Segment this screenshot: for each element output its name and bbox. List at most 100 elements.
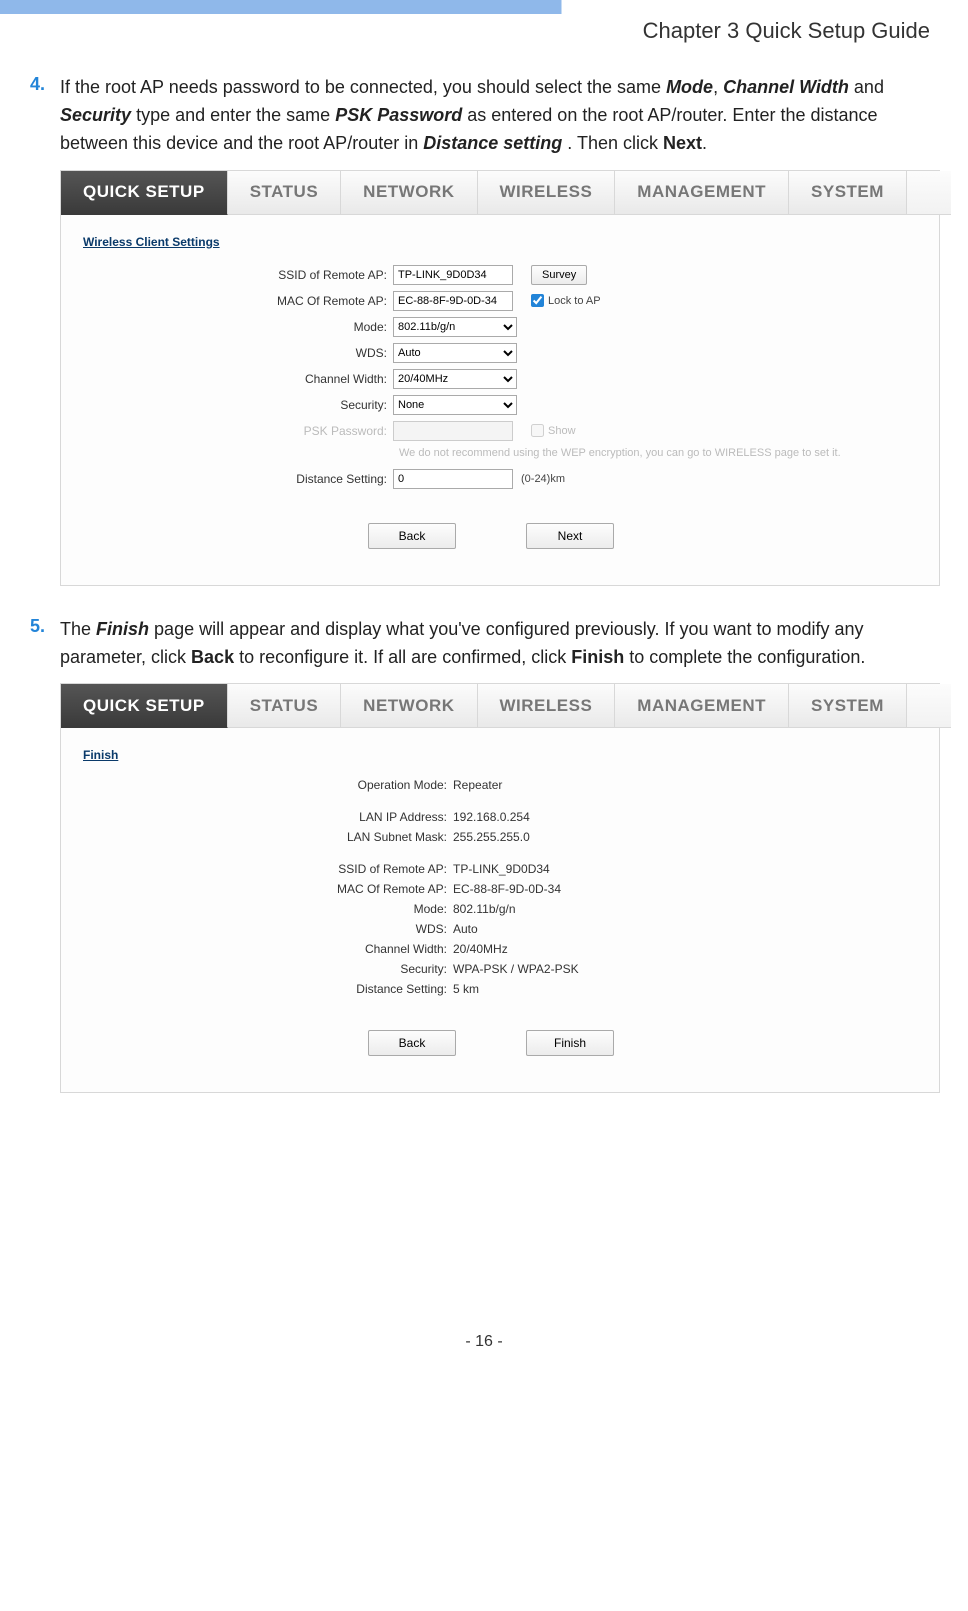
- row-ssid: SSID of Remote AP: Survey: [83, 265, 917, 285]
- distance-unit: (0-24)km: [521, 473, 565, 485]
- summary-label: Mode:: [83, 902, 453, 916]
- show-checkbox-wrap: Show: [531, 424, 576, 437]
- summary-row: MAC Of Remote AP:EC-88-8F-9D-0D-34: [83, 882, 917, 896]
- tab-filler: [907, 171, 951, 215]
- summary-value: 192.168.0.254: [453, 810, 530, 824]
- summary-label: WDS:: [83, 922, 453, 936]
- select-wds[interactable]: Auto: [393, 343, 517, 363]
- show-label: Show: [548, 425, 576, 437]
- term-next: Next: [663, 133, 702, 153]
- label-wds: WDS:: [83, 346, 393, 360]
- tab-system[interactable]: SYSTEM: [789, 684, 907, 728]
- tab-management[interactable]: MANAGEMENT: [615, 171, 789, 215]
- summary-value: 255.255.255.0: [453, 830, 530, 844]
- label-mac: MAC Of Remote AP:: [83, 294, 393, 308]
- finish-rows: Operation Mode:RepeaterLAN IP Address:19…: [83, 778, 917, 996]
- tab-status[interactable]: STATUS: [228, 171, 341, 215]
- summary-label: LAN IP Address:: [83, 810, 453, 824]
- lock-to-ap-checkbox-wrap[interactable]: Lock to AP: [531, 294, 601, 307]
- page-number: - 16 -: [0, 1333, 968, 1351]
- tab-quick-setup[interactable]: QUICK SETUP: [61, 171, 228, 215]
- summary-label: LAN Subnet Mask:: [83, 830, 453, 844]
- back-button[interactable]: Back: [368, 523, 456, 549]
- step-5: 5. The Finish page will appear and displ…: [30, 616, 930, 672]
- tab-quick-setup[interactable]: QUICK SETUP: [61, 684, 228, 728]
- term-security: Security: [60, 105, 131, 125]
- input-psk: [393, 421, 513, 441]
- tab-bar: QUICK SETUP STATUS NETWORK WIRELESS MANA…: [61, 171, 939, 215]
- summary-label: MAC Of Remote AP:: [83, 882, 453, 896]
- tab-status[interactable]: STATUS: [228, 684, 341, 728]
- summary-value: WPA-PSK / WPA2-PSK: [453, 962, 579, 976]
- text: and: [854, 77, 884, 97]
- survey-button[interactable]: Survey: [531, 265, 587, 285]
- summary-value: 20/40MHz: [453, 942, 508, 956]
- summary-value: 5 km: [453, 982, 479, 996]
- row-mode: Mode: 802.11b/g/n: [83, 317, 917, 337]
- button-row: Back Finish: [83, 1030, 917, 1056]
- summary-row: Channel Width:20/40MHz: [83, 942, 917, 956]
- summary-value: 802.11b/g/n: [453, 902, 516, 916]
- show-checkbox: [531, 424, 544, 437]
- summary-row: WDS:Auto: [83, 922, 917, 936]
- summary-label: SSID of Remote AP:: [83, 862, 453, 876]
- page-content: 4. If the root AP needs password to be c…: [0, 44, 968, 1093]
- text: to complete the configuration.: [629, 647, 865, 667]
- text: ,: [713, 77, 723, 97]
- next-button[interactable]: Next: [526, 523, 614, 549]
- step-number: 4.: [30, 74, 60, 158]
- tab-network[interactable]: NETWORK: [341, 684, 477, 728]
- screenshot-wireless-client-settings: QUICK SETUP STATUS NETWORK WIRELESS MANA…: [60, 170, 940, 586]
- select-mode[interactable]: 802.11b/g/n: [393, 317, 517, 337]
- label-channel-width: Channel Width:: [83, 372, 393, 386]
- text: The: [60, 619, 96, 639]
- text: If the root AP needs password to be conn…: [60, 77, 666, 97]
- summary-row: SSID of Remote AP:TP-LINK_9D0D34: [83, 862, 917, 876]
- tab-bar: QUICK SETUP STATUS NETWORK WIRELESS MANA…: [61, 684, 939, 728]
- term-channel-width: Channel Width: [723, 77, 849, 97]
- text: to reconfigure it. If all are confirmed,…: [239, 647, 571, 667]
- button-row: Back Next: [83, 523, 917, 549]
- row-gap: [83, 798, 917, 810]
- tab-system[interactable]: SYSTEM: [789, 171, 907, 215]
- input-distance[interactable]: [393, 469, 513, 489]
- label-psk: PSK Password:: [83, 424, 393, 438]
- summary-value: TP-LINK_9D0D34: [453, 862, 550, 876]
- section-title: Wireless Client Settings: [83, 235, 917, 249]
- finish-button[interactable]: Finish: [526, 1030, 614, 1056]
- lock-to-ap-checkbox[interactable]: [531, 294, 544, 307]
- term-psk-password: PSK Password: [335, 105, 462, 125]
- text: . Then click: [567, 133, 663, 153]
- row-channel-width: Channel Width: 20/40MHz: [83, 369, 917, 389]
- label-distance: Distance Setting:: [83, 472, 393, 486]
- summary-row: Security:WPA-PSK / WPA2-PSK: [83, 962, 917, 976]
- summary-row: Distance Setting:5 km: [83, 982, 917, 996]
- summary-label: Channel Width:: [83, 942, 453, 956]
- label-security: Security:: [83, 398, 393, 412]
- step-number: 5.: [30, 616, 60, 672]
- row-security: Security: None: [83, 395, 917, 415]
- summary-row: Mode:802.11b/g/n: [83, 902, 917, 916]
- tab-wireless[interactable]: WIRELESS: [478, 684, 616, 728]
- select-security[interactable]: None: [393, 395, 517, 415]
- summary-label: Distance Setting:: [83, 982, 453, 996]
- row-distance: Distance Setting: (0-24)km: [83, 469, 917, 489]
- input-ssid[interactable]: [393, 265, 513, 285]
- tab-management[interactable]: MANAGEMENT: [615, 684, 789, 728]
- tab-filler: [907, 684, 951, 728]
- tab-network[interactable]: NETWORK: [341, 171, 477, 215]
- input-mac[interactable]: [393, 291, 513, 311]
- summary-value: EC-88-8F-9D-0D-34: [453, 882, 561, 896]
- select-channel-width[interactable]: 20/40MHz: [393, 369, 517, 389]
- step-text: If the root AP needs password to be conn…: [60, 74, 930, 158]
- label-ssid: SSID of Remote AP:: [83, 268, 393, 282]
- summary-label: Operation Mode:: [83, 778, 453, 792]
- section-title: Finish: [83, 748, 917, 762]
- summary-row: LAN Subnet Mask:255.255.255.0: [83, 830, 917, 844]
- tab-wireless[interactable]: WIRELESS: [478, 171, 616, 215]
- header-accent-bar: [0, 0, 968, 14]
- summary-label: Security:: [83, 962, 453, 976]
- term-finish: Finish: [571, 647, 624, 667]
- back-button[interactable]: Back: [368, 1030, 456, 1056]
- panel-body: Wireless Client Settings SSID of Remote …: [61, 215, 939, 585]
